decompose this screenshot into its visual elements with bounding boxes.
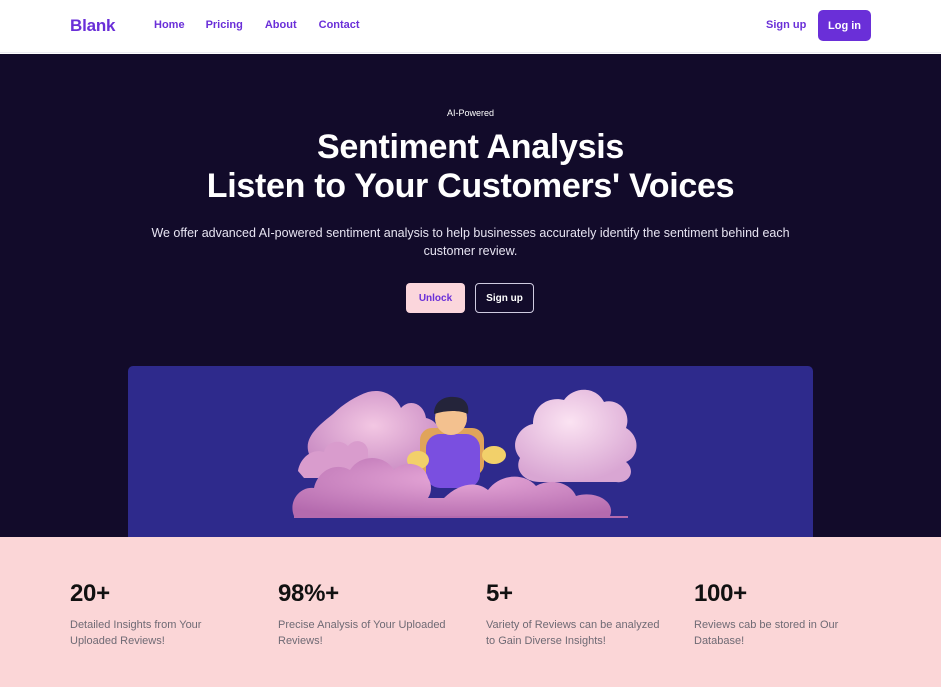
stat-value: 98%+ <box>278 580 339 607</box>
stat-item: 5+ Variety of Reviews can be analyzed to… <box>486 580 666 649</box>
nav-link-pricing[interactable]: Pricing <box>206 19 243 31</box>
stat-value: 100+ <box>694 580 747 607</box>
nav-signup-link[interactable]: Sign up <box>766 19 806 31</box>
stat-value: 5+ <box>486 580 513 607</box>
stat-description: Reviews cab be stored in Our Database! <box>694 619 839 647</box>
hero-title-line1: Sentiment Analysis <box>317 128 624 166</box>
logo[interactable]: Blank <box>70 16 115 36</box>
nav-link-home[interactable]: Home <box>154 19 185 31</box>
stats-section: 20+ Detailed Insights from Your Uploaded… <box>0 537 941 687</box>
stat-item: 98%+ Precise Analysis of Your Uploaded R… <box>278 580 458 649</box>
top-nav: Blank Home Pricing About Contact Sign up… <box>0 0 941 53</box>
nav-links: Home Pricing About Contact <box>154 19 360 31</box>
stat-description: Variety of Reviews can be analyzed to Ga… <box>486 619 660 647</box>
nav-link-about[interactable]: About <box>265 19 297 31</box>
hero-illustration-panel <box>128 366 813 537</box>
stat-item: 100+ Reviews cab be stored in Our Databa… <box>694 580 874 649</box>
stat-value: 20+ <box>70 580 110 607</box>
hero-eyebrow: AI-Powered <box>446 108 495 118</box>
unlock-button[interactable]: Unlock <box>406 283 465 313</box>
nav-link-contact[interactable]: Contact <box>319 19 360 31</box>
hero-title-line2: Listen to Your Customers' Voices <box>206 167 735 205</box>
hero-signup-button[interactable]: Sign up <box>475 283 534 313</box>
stat-description: Detailed Insights from Your Uploaded Rev… <box>70 619 202 647</box>
hero-subtitle: We offer advanced AI-powered sentiment a… <box>151 226 790 258</box>
hero-title: Sentiment Analysis Listen to Your Custom… <box>0 128 941 206</box>
login-button[interactable]: Log in <box>818 10 871 41</box>
hero-section: AI-Powered Sentiment Analysis Listen to … <box>0 54 941 537</box>
stat-description: Precise Analysis of Your Uploaded Review… <box>278 619 446 647</box>
stat-item: 20+ Detailed Insights from Your Uploaded… <box>70 580 250 649</box>
person-between-clouds-illustration <box>292 389 637 518</box>
